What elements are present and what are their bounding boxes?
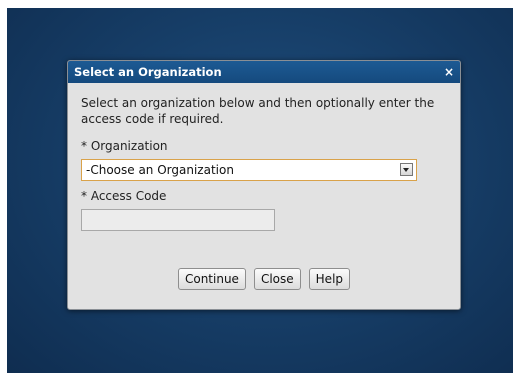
access-code-input[interactable] [81,209,275,231]
chevron-down-icon[interactable] [400,163,413,176]
dialog-title: Select an Organization [74,65,222,79]
organization-select[interactable]: -Choose an Organization [81,159,417,181]
organization-label: * Organization [81,139,168,153]
continue-button[interactable]: Continue [177,268,246,290]
close-icon[interactable]: × [444,61,454,83]
dialog-titlebar: Select an Organization × [68,61,460,83]
organization-select-value: -Choose an Organization [86,163,234,177]
access-code-label: * Access Code [81,189,167,203]
dialog-content: Select an organization below and then op… [68,83,460,231]
help-button[interactable]: Help [308,268,351,290]
dialog-button-row: Continue Close Help [68,268,460,290]
dialog-instructions: Select an organization below and then op… [81,96,435,126]
select-organization-dialog: Select an Organization × Select an organ… [67,60,461,310]
close-button[interactable]: Close [253,268,301,290]
